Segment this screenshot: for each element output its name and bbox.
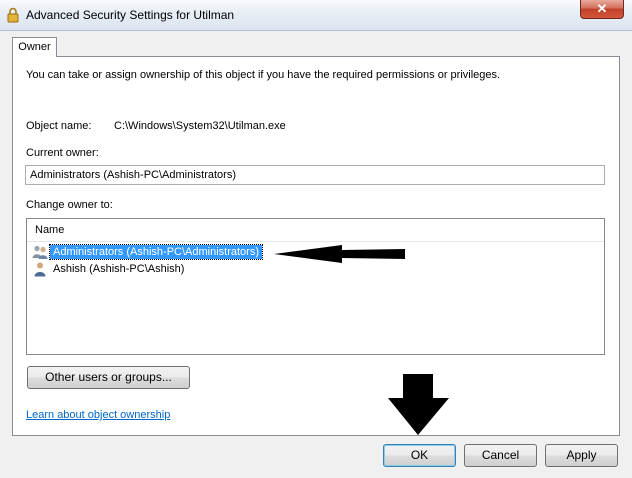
window-title: Advanced Security Settings for Utilman [26,8,235,22]
list-item-label: Ashish (Ashish-PC\Ashish) [53,263,185,275]
change-owner-label: Change owner to: [26,199,113,211]
tab-owner[interactable]: Owner [12,37,57,57]
group-users-icon [32,245,48,259]
left-arrow-annotation [274,245,405,263]
title-bar[interactable]: Advanced Security Settings for Utilman ✕ [0,0,632,31]
cancel-button[interactable]: Cancel [464,444,537,467]
intro-text: You can take or assign ownership of this… [26,69,501,81]
user-icon [34,262,46,277]
down-arrow-annotation [388,374,449,435]
lock-icon [7,7,19,23]
current-owner-field[interactable]: Administrators (Ashish-PC\Administrators… [25,165,605,185]
other-users-button[interactable]: Other users or groups... [27,366,190,389]
list-item-label: Administrators (Ashish-PC\Administrators… [49,244,263,260]
ok-button[interactable]: OK [383,444,456,467]
object-name-label: Object name: [26,120,92,132]
close-button[interactable]: ✕ [580,0,624,19]
learn-ownership-link[interactable]: Learn about object ownership [26,409,170,421]
close-icon: ✕ [596,1,608,16]
object-name-value: C:\Windows\System32\Utilman.exe [114,120,286,132]
dialog-window: Advanced Security Settings for Utilman ✕… [0,0,632,478]
change-owner-list[interactable]: Name Administrators (Ashish-PC\Administr… [26,218,605,355]
apply-button[interactable]: Apply [545,444,618,467]
column-header-name[interactable]: Name [27,219,604,242]
current-owner-label: Current owner: [26,147,99,159]
